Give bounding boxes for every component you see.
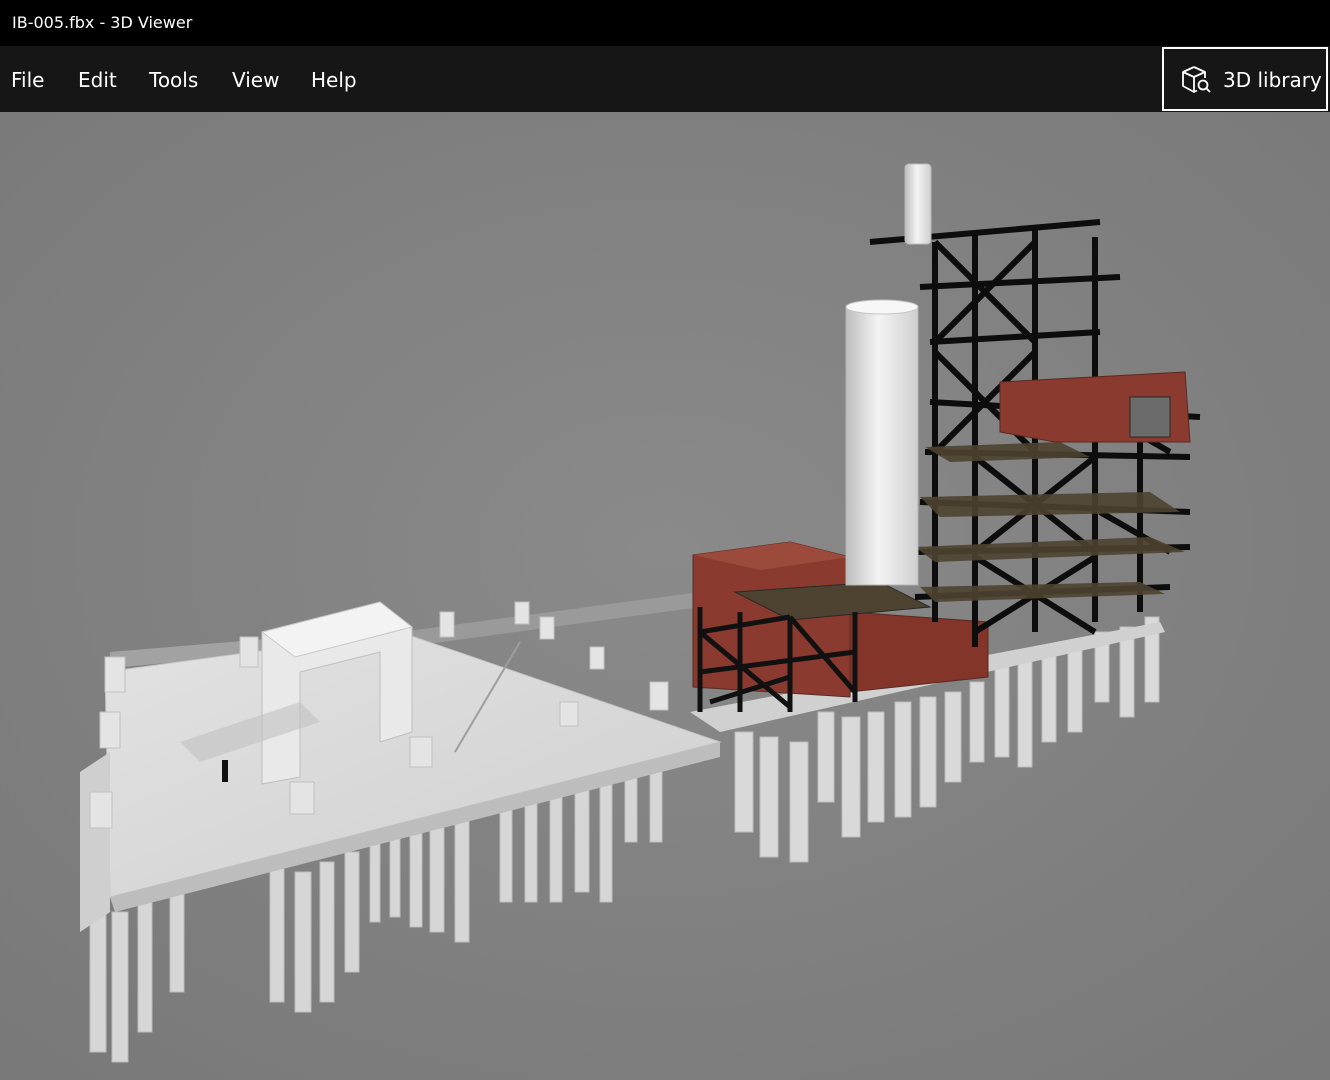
3d-model-scene <box>0 112 1330 1080</box>
menu-edit[interactable]: Edit <box>78 68 117 92</box>
3d-library-label: 3D library <box>1223 68 1322 92</box>
frame-opening <box>1129 396 1171 438</box>
menu-tools[interactable]: Tools <box>149 68 198 92</box>
menu-help[interactable]: Help <box>311 68 357 92</box>
3d-library-button[interactable]: 3D library <box>1162 47 1328 111</box>
title-bar: IB-005.fbx - 3D Viewer <box>0 0 1330 46</box>
menu-view[interactable]: View <box>232 68 279 92</box>
viewport-background <box>0 112 1330 1080</box>
menu-file[interactable]: File <box>11 68 44 92</box>
window-title: IB-005.fbx - 3D Viewer <box>12 13 193 32</box>
cube-search-icon <box>1180 64 1212 96</box>
3d-viewport[interactable] <box>0 112 1330 1080</box>
menu-bar: File Edit Tools View Help 3D library <box>0 46 1330 112</box>
